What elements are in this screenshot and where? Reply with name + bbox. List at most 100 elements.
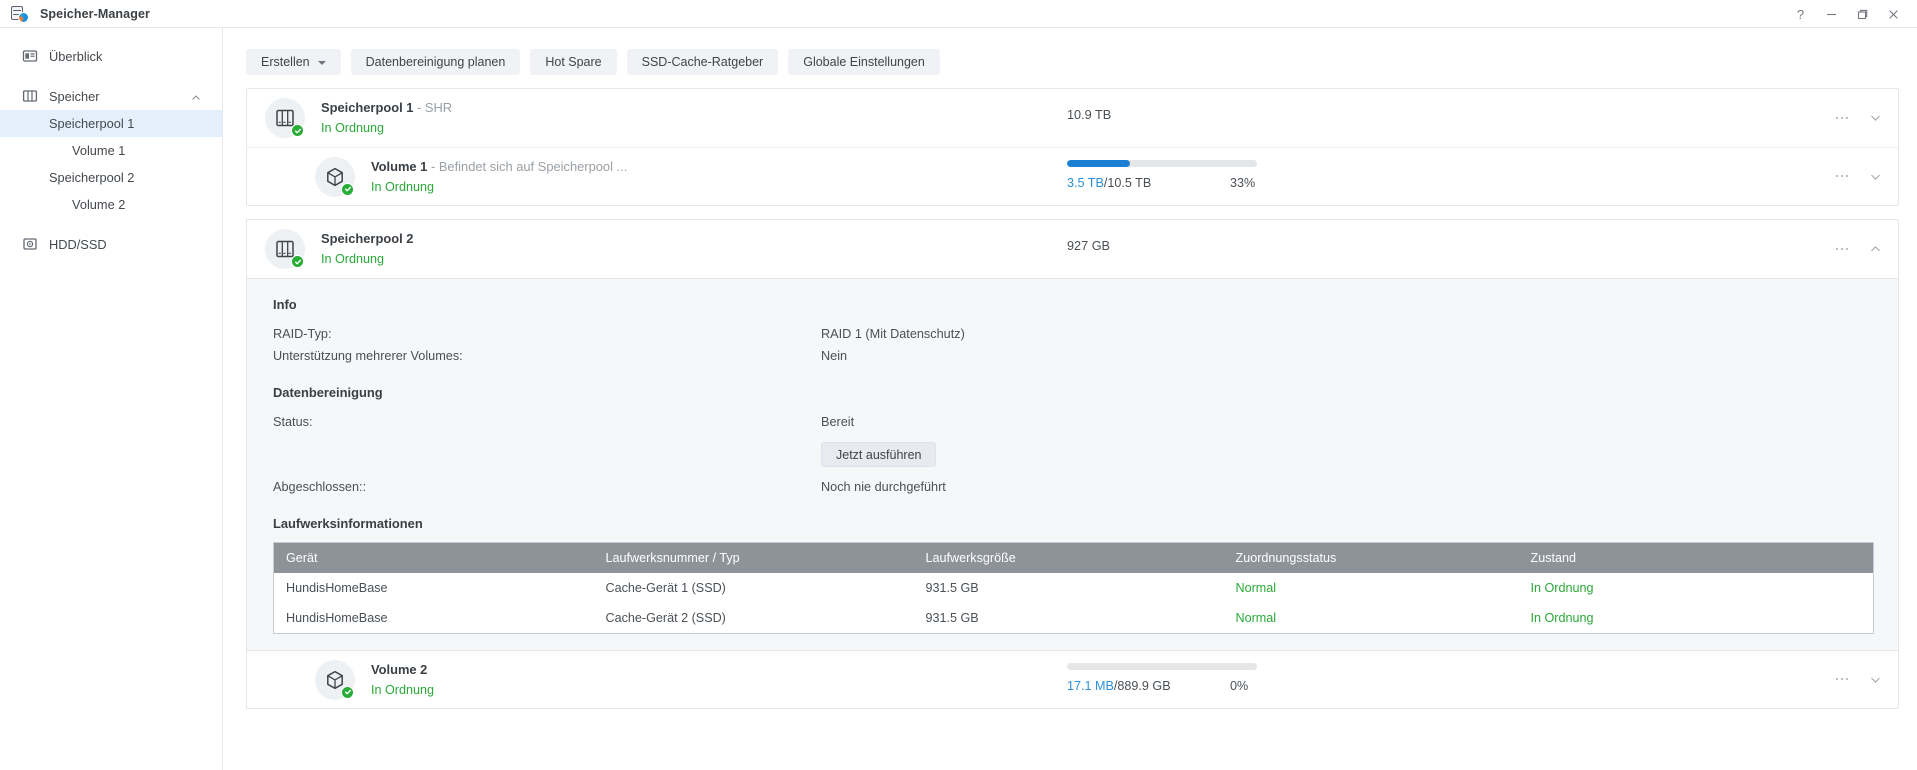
more-options-icon[interactable]: ⋯ (1835, 110, 1852, 125)
schedule-scrubbing-button[interactable]: Datenbereinigung planen (350, 49, 521, 75)
main-content: Erstellen Datenbereinigung planen Hot Sp… (224, 28, 1917, 770)
toolbar: Erstellen Datenbereinigung planen Hot Sp… (224, 28, 1917, 75)
drive-info-heading: Laufwerksinformationen (273, 516, 423, 531)
volume-1-used: 3.5 TB (1067, 176, 1104, 190)
cell-health: In Ordnung (1518, 603, 1874, 634)
storage-pool-2-text: Speicherpool 2 In Ordnung (321, 230, 413, 268)
table-header-row: Gerät Laufwerksnummer / Typ Laufwerksgrö… (273, 542, 1874, 573)
sidebar-item-hdd-ssd[interactable]: HDD/SSD (0, 230, 222, 258)
storage-pool-2-actions: ⋯ (1835, 241, 1883, 256)
cell-drive: Cache-Gerät 1 (SSD) (593, 573, 914, 603)
volume-2-actions: ⋯ (1835, 672, 1883, 687)
storage-pool-1-actions: ⋯ (1835, 110, 1883, 125)
more-options-icon[interactable]: ⋯ (1835, 241, 1852, 256)
sidebar-item-label: Volume 1 (72, 143, 126, 158)
cell-device: HundisHomeBase (273, 603, 594, 634)
volume-1-usage-bar (1067, 160, 1257, 167)
scrubbing-heading: Datenbereinigung (273, 385, 383, 400)
status-ok-badge (291, 124, 304, 137)
sidebar-item-storage[interactable]: Speicher (0, 82, 222, 110)
scrub-completed-row: Abgeschlossen:: Noch nie durchgeführt (273, 476, 1874, 498)
chevron-down-icon[interactable] (1869, 170, 1882, 183)
chevron-down-icon[interactable] (1869, 112, 1882, 125)
cell-size: 931.5 GB (913, 603, 1224, 634)
raid-type-label: RAID-Typ: (273, 327, 332, 341)
window-title: Speicher-Manager (40, 6, 150, 21)
hot-spare-button[interactable]: Hot Spare (530, 49, 617, 75)
sidebar-item-speicherpool-2[interactable]: Speicherpool 2 (0, 164, 222, 191)
drive-info-table: Gerät Laufwerksnummer / Typ Laufwerksgrö… (273, 542, 1874, 634)
storage-pool-2-title: Speicherpool 2 (321, 230, 413, 247)
sidebar-item-label: Speicherpool 2 (49, 170, 135, 185)
pool-list: Speicherpool 1 - SHR In Ordnung 10.9 TB … (224, 75, 1917, 709)
chevron-down-icon[interactable] (1869, 673, 1882, 686)
volume-2-row[interactable]: Volume 2 In Ordnung 17.1 MB / 889.9 GB 0… (247, 650, 1898, 708)
pool-type: - SHR (417, 100, 453, 115)
volume-1-title: Volume 1 - Befindet sich auf Speicherpoo… (371, 158, 627, 175)
ssd-cache-advisor-button[interactable]: SSD-Cache-Ratgeber (626, 49, 779, 75)
storage-manager-window: Speicher-Manager ? Überblick Speicher Sp… (0, 0, 1917, 770)
column-header-health: Zustand (1518, 542, 1874, 573)
overview-icon (22, 48, 38, 64)
more-options-icon[interactable]: ⋯ (1835, 672, 1852, 687)
scrub-status-row: Status: Bereit (273, 411, 1874, 433)
close-icon[interactable] (1878, 0, 1909, 28)
storage-pool-1-capacity: 10.9 TB (1067, 108, 1112, 122)
chevron-up-icon[interactable] (191, 91, 201, 101)
volume-2-percent: 0% (1230, 679, 1249, 693)
maximize-icon[interactable] (1847, 0, 1878, 28)
help-icon[interactable]: ? (1785, 0, 1816, 28)
sidebar-item-label: Volume 2 (72, 197, 126, 212)
storage-pool-1-status: In Ordnung (321, 121, 385, 135)
column-header-device: Gerät (273, 542, 594, 573)
hdd-ssd-icon (22, 236, 38, 252)
scrub-run-row: Jetzt ausführen (273, 442, 1874, 467)
sidebar-item-speicherpool-1[interactable]: Speicherpool 1 (0, 110, 222, 137)
volume-1-usage: 3.5 TB / 10.5 TB 33% (1067, 160, 1267, 190)
multi-volume-row: Unterstützung mehrerer Volumes: Nein (273, 345, 1874, 367)
volume-1-row[interactable]: Volume 1 - Befindet sich auf Speicherpoo… (247, 147, 1898, 205)
raid-type-value: RAID 1 (Mit Datenschutz) (821, 327, 965, 341)
pool-icon-wrapper (265, 229, 305, 269)
sidebar: Überblick Speicher Speicherpool 1 Volume… (0, 28, 223, 770)
create-button-label: Erstellen (261, 55, 310, 69)
table-row[interactable]: HundisHomeBase Cache-Gerät 1 (SSD) 931.5… (273, 573, 1874, 603)
storage-pool-2-row[interactable]: Speicherpool 2 In Ordnung 927 GB ⋯ (247, 220, 1898, 278)
sidebar-item-volume-2[interactable]: Volume 2 (0, 191, 222, 218)
more-options-icon[interactable]: ⋯ (1835, 169, 1852, 184)
table-row[interactable]: HundisHomeBase Cache-Gerät 2 (SSD) 931.5… (273, 603, 1874, 634)
volume-2-text: Volume 2 In Ordnung (371, 661, 434, 699)
raid-type-row: RAID-Typ: RAID 1 (Mit Datenschutz) (273, 323, 1874, 345)
minimize-icon[interactable] (1816, 0, 1847, 28)
chevron-up-icon[interactable] (1869, 243, 1882, 256)
pool-name: Speicherpool 2 (321, 231, 414, 246)
volume-1-actions: ⋯ (1835, 169, 1883, 184)
create-button[interactable]: Erstellen (246, 49, 341, 75)
volume-1-percent: 33% (1230, 176, 1256, 190)
sidebar-item-volume-1[interactable]: Volume 1 (0, 137, 222, 164)
sidebar-item-label: HDD/SSD (49, 236, 107, 252)
volume-name: Volume 2 (371, 661, 428, 677)
pool-icon-wrapper (265, 98, 305, 138)
run-now-button[interactable]: Jetzt ausführen (821, 442, 937, 467)
status-ok-badge (341, 182, 354, 196)
volume-name: Volume 1 (371, 158, 428, 174)
chevron-down-icon (317, 60, 326, 65)
title-bar: Speicher-Manager ? (0, 0, 1917, 28)
info-heading: Info (273, 297, 297, 312)
sidebar-item-label: Speicherpool 1 (49, 116, 135, 131)
cell-allocation: Normal (1223, 603, 1519, 634)
sidebar-item-label: Speicher (49, 88, 100, 104)
status-ok-badge (291, 255, 304, 268)
column-header-drive: Laufwerksnummer / Typ (593, 542, 914, 573)
scrub-completed-value: Noch nie durchgeführt (821, 480, 946, 494)
storage-pool-1-row[interactable]: Speicherpool 1 - SHR In Ordnung 10.9 TB … (247, 89, 1898, 147)
volume-2-used: 17.1 MB (1067, 679, 1114, 693)
sidebar-item-overview[interactable]: Überblick (0, 42, 222, 70)
multi-volume-value: Nein (821, 349, 848, 363)
cell-size: 931.5 GB (913, 573, 1224, 603)
volume-1-total: 10.5 TB (1107, 176, 1152, 190)
sidebar-item-label: Überblick (49, 48, 103, 64)
global-settings-button[interactable]: Globale Einstellungen (788, 49, 940, 75)
cell-device: HundisHomeBase (273, 573, 594, 603)
